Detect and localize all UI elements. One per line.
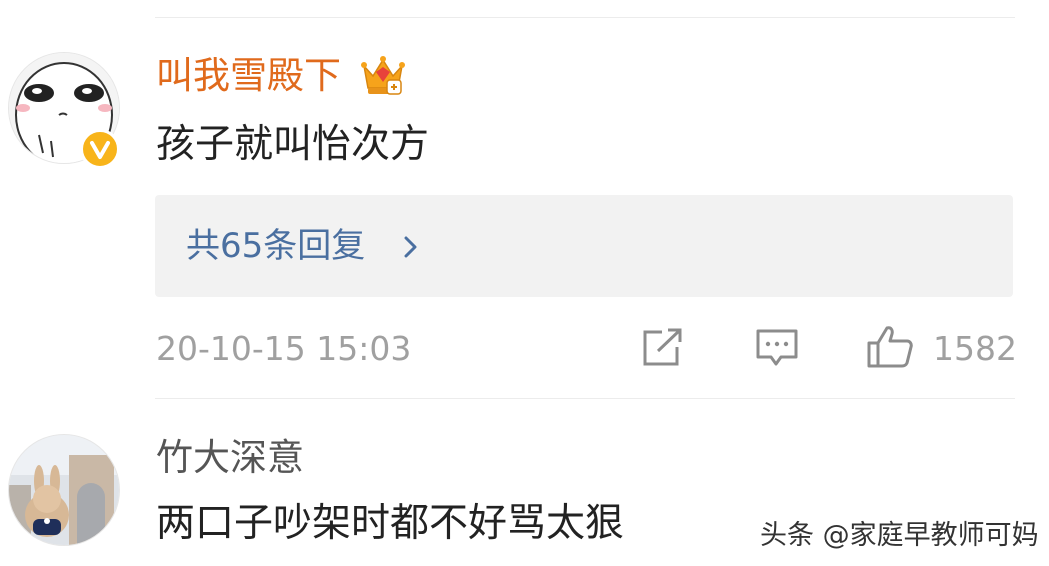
username[interactable]: 叫我雪殿下 [156, 54, 341, 98]
plush-bunny-arch-avatar-image [9, 435, 119, 545]
username[interactable]: 竹大深意 [156, 436, 304, 480]
timestamp: 20-10-15 15:03 [156, 329, 412, 368]
thumbs-up-icon[interactable] [866, 324, 914, 370]
comment-divider [155, 398, 1015, 399]
verified-v-icon [80, 129, 120, 169]
comment-text: 孩子就叫怡次方 [156, 122, 430, 167]
watermark-label: 头条 @家庭早教师可妈 [760, 520, 1039, 551]
avatar[interactable] [8, 434, 120, 546]
crown-badge-icon [360, 52, 406, 98]
top-divider [155, 17, 1015, 18]
chevron-right-icon [401, 233, 421, 261]
replies-panel[interactable]: 共65条回复 [155, 195, 1013, 297]
comment-text: 两口子吵架时都不好骂太狠 [156, 501, 625, 546]
like-count: 1582 [933, 329, 1017, 368]
view-replies-link[interactable]: 共65条回复 [186, 225, 365, 267]
comment-icon[interactable] [755, 327, 799, 369]
share-icon[interactable] [640, 327, 686, 369]
